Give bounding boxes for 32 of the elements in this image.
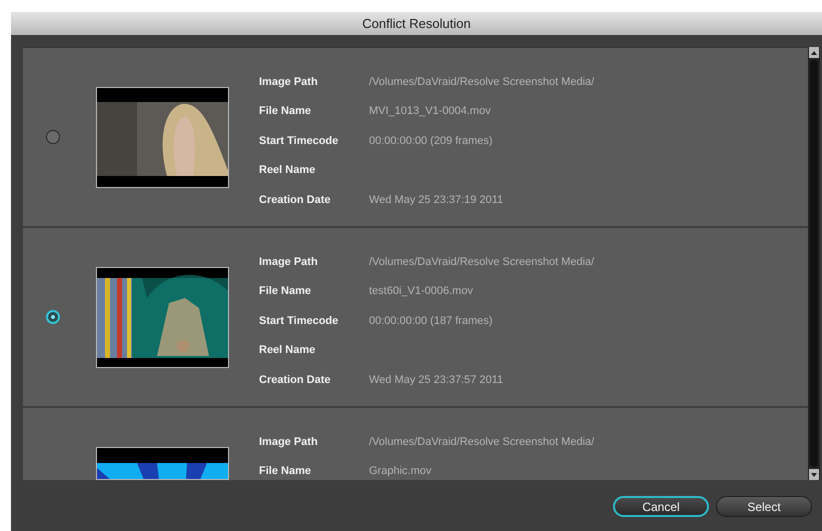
cancel-button[interactable]: Cancel	[613, 496, 709, 517]
field-label: Creation Date	[259, 372, 332, 388]
field-value: test60i_V1-0006.mov	[369, 284, 473, 299]
field-value: /Volumes/DaVraid/Resolve Screenshot Media/	[369, 254, 594, 270]
field-label: Start Timecode	[259, 314, 340, 328]
radio-button[interactable]	[46, 130, 60, 144]
field-value: Wed May 25 23:37:57 2011	[369, 372, 504, 388]
field-label: Reel Name	[259, 343, 316, 358]
field-label: Image Path	[259, 434, 319, 450]
field-value: /Volumes/DaVraid/Resolve Screenshot Media/	[369, 434, 594, 450]
scroll-up-icon[interactable]	[811, 50, 817, 54]
field-value: 00:00:00:00 (187 frames)	[369, 314, 493, 328]
field-label: Start Timecode	[259, 134, 340, 148]
field-label: Image Path	[259, 74, 319, 90]
scroll-down-icon[interactable]	[811, 472, 817, 476]
field-value: Wed May 25 23:37:19 2011	[369, 192, 504, 208]
clip-row[interactable]: Image Path /Volumes/DaVraid/Resolve Screenshot Media/ File Name MVI_1013_V1-0004.mov Start Timecode 00:00:00:00 (209 frames) Reel Name Creation Date Wed May 25 23:37:19 2011	[23, 48, 808, 228]
field-label: File Name	[259, 104, 312, 119]
field-label: File Name	[259, 464, 312, 479]
radio-button[interactable]	[46, 310, 60, 324]
field-value: Graphic.mov	[369, 464, 432, 479]
field-label: Reel Name	[259, 163, 316, 178]
field-value: 00:00:00:00 (209 frames)	[369, 134, 493, 148]
field-label: Creation Date	[259, 192, 332, 208]
scrollbar[interactable]	[808, 47, 820, 480]
window-title: Conflict Resolution	[11, 12, 822, 35]
field-value: MVI_1013_V1-0004.mov	[369, 104, 491, 119]
field-label: File Name	[259, 284, 312, 299]
field-label: Image Path	[259, 254, 319, 270]
clip-row[interactable]: Image Path /Volumes/DaVraid/Resolve Screenshot Media/ File Name test60i_V1-0006.mov Start Timecode 00:00:00:00 (187 frames) Reel Name Creation Date Wed May 25 23:37:57 2011	[23, 228, 808, 408]
field-value: /Volumes/DaVraid/Resolve Screenshot Media/	[369, 74, 594, 90]
select-button[interactable]: Select	[716, 496, 812, 517]
